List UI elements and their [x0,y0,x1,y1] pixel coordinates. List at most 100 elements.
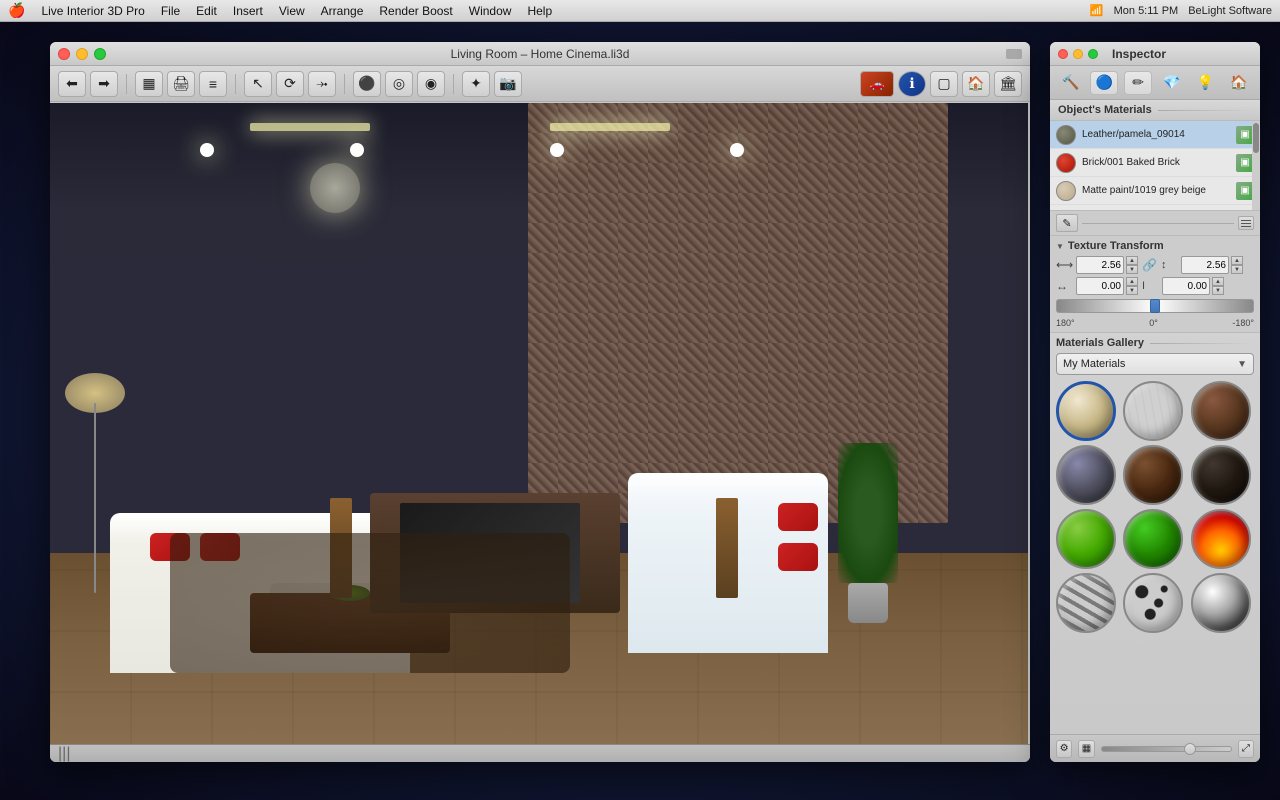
dropdown-text: My Materials [1063,358,1237,370]
collapse-triangle[interactable]: ▼ [1056,242,1064,251]
menu-arrange[interactable]: Arrange [321,4,364,18]
scale-x-down[interactable]: ▼ [1126,265,1138,274]
list-button[interactable]: ≡ [199,71,227,97]
mat-fire[interactable] [1191,509,1251,569]
view-3d-btn[interactable]: 🏠 [962,71,990,97]
desktop: Living Room – Home Cinema.li3d ⬅ ➡ ▦ 🖨 ≡… [0,22,1280,800]
resize-button[interactable] [1006,49,1022,59]
tools-separator [1082,223,1234,224]
expand-btn[interactable]: ⤢ [1238,740,1254,758]
move-tool[interactable]: ⤞ [308,71,336,97]
mat-dalmatian[interactable] [1123,573,1183,633]
mat-zebra[interactable] [1056,573,1116,633]
menu-insert[interactable]: Insert [233,4,263,18]
tab-build[interactable]: 🔨 [1057,71,1085,95]
minimize-button[interactable] [76,48,88,60]
inspector-max[interactable] [1088,49,1098,59]
mat-dark[interactable] [1191,445,1251,505]
mat-green-bright[interactable] [1056,509,1116,569]
select-tool[interactable]: ↖ [244,71,272,97]
menu-window[interactable]: Window [469,4,512,18]
main-titlebar: Living Room – Home Cinema.li3d [50,42,1030,66]
mat-wood-light[interactable] [1123,381,1183,441]
pendant-lamp [310,163,360,213]
print-button[interactable]: 🖨 [167,71,195,97]
inspector-min[interactable] [1073,49,1083,59]
ceiling-light-2 [550,123,670,131]
mat-chrome[interactable] [1191,573,1251,633]
tab-edit[interactable]: ✏ [1124,71,1152,95]
menu-view[interactable]: View [279,4,305,18]
3d-viewport[interactable] [50,103,1028,753]
sphere-btn[interactable]: ⚫ [353,71,381,97]
tools-row: ✎ [1050,211,1260,236]
mat-wood-medium[interactable] [1123,445,1183,505]
menu-file[interactable]: File [161,4,180,18]
material-item-1[interactable]: Leather/pamela_09014 ▣ [1050,121,1260,149]
materials-list[interactable]: Leather/pamela_09014 ▣ Brick/001 Baked B… [1050,121,1260,211]
menu-edit[interactable]: Edit [196,4,217,18]
scale-y-spinners: ▲ ▼ [1231,256,1243,274]
ceiling-light-1 [250,123,370,131]
tools-menu-btn[interactable] [1238,216,1254,230]
orbit-btn[interactable]: ◎ [385,71,413,97]
gallery-dropdown[interactable]: My Materials ▼ [1056,353,1254,375]
angle-slider[interactable] [1056,299,1254,313]
scale-x-spinners: ▲ ▼ [1126,256,1138,274]
scale-y-input[interactable] [1181,256,1229,274]
tab-building[interactable]: 🏠 [1225,71,1253,95]
grid-btn[interactable]: ▦ [1078,740,1094,758]
tab-light[interactable]: 💡 [1191,71,1219,95]
scale-y-down[interactable]: ▼ [1231,265,1243,274]
offset-x-down[interactable]: ▼ [1126,286,1138,295]
inspector-tabs: 🔨 🔵 ✏ 💎 💡 🏠 [1050,66,1260,100]
scale-x-up[interactable]: ▲ [1126,256,1138,265]
apple-menu[interactable]: 🍎 [8,2,25,19]
build-tool[interactable]: ✦ [462,71,490,97]
offset-x-input[interactable] [1076,277,1124,295]
offset-x-up[interactable]: ▲ [1126,277,1138,286]
nav-back-button[interactable]: ⬅ [58,71,86,97]
settings-btn[interactable]: ⚙ [1056,740,1072,758]
rotate-tool[interactable]: ⟳ [276,71,304,97]
material-item-3[interactable]: Matte paint/1019 grey beige ▣ [1050,177,1260,205]
material-item-2[interactable]: Brick/001 Baked Brick ▣ [1050,149,1260,177]
offset-y-input[interactable] [1162,277,1210,295]
menu-help[interactable]: Help [527,4,552,18]
inspector-panel: Inspector 🔨 🔵 ✏ 💎 💡 🏠 Object's Materials… [1050,42,1260,762]
offset-y-up[interactable]: ▲ [1212,277,1224,286]
circle-btn[interactable]: ◉ [417,71,445,97]
close-button[interactable] [58,48,70,60]
mat-brick[interactable] [1191,381,1251,441]
offset-y-group: ▲ ▼ [1162,277,1224,295]
offset-x-spinners: ▲ ▼ [1126,277,1138,295]
view-2d-btn[interactable]: ▢ [930,71,958,97]
scale-v-icon: ↕ [1161,259,1177,271]
nav-forward-button[interactable]: ➡ [90,71,118,97]
tab-material[interactable]: 🔵 [1090,71,1118,95]
floor-plan-button[interactable]: ▦ [135,71,163,97]
inspector-close[interactable] [1058,49,1068,59]
tab-texture[interactable]: 💎 [1158,71,1186,95]
scale-y-up[interactable]: ▲ [1231,256,1243,265]
gallery-header-line [1150,343,1254,344]
plant [838,443,898,623]
app-name[interactable]: Live Interior 3D Pro [41,4,144,18]
mat-green-dark[interactable] [1123,509,1183,569]
mat-concrete[interactable] [1056,445,1116,505]
header-line [1158,110,1252,111]
maximize-button[interactable] [94,48,106,60]
3d-nav-btn[interactable]: 🚗 [860,71,894,97]
offset-y-down[interactable]: ▼ [1212,286,1224,295]
eyedropper-btn[interactable]: ✎ [1056,214,1078,232]
camera-btn[interactable]: 📷 [494,71,522,97]
scale-x-input[interactable] [1076,256,1124,274]
info-btn[interactable]: ℹ [898,71,926,97]
mat-cream[interactable] [1056,381,1116,441]
zoom-slider[interactable] [1101,746,1232,752]
materials-scrollbar[interactable] [1252,121,1260,210]
inspector-controls [1058,49,1098,59]
view-exterior-btn[interactable]: 🏛 [994,71,1022,97]
link-icon[interactable]: 🔗 [1142,258,1157,272]
menu-render[interactable]: Render Boost [379,4,452,18]
